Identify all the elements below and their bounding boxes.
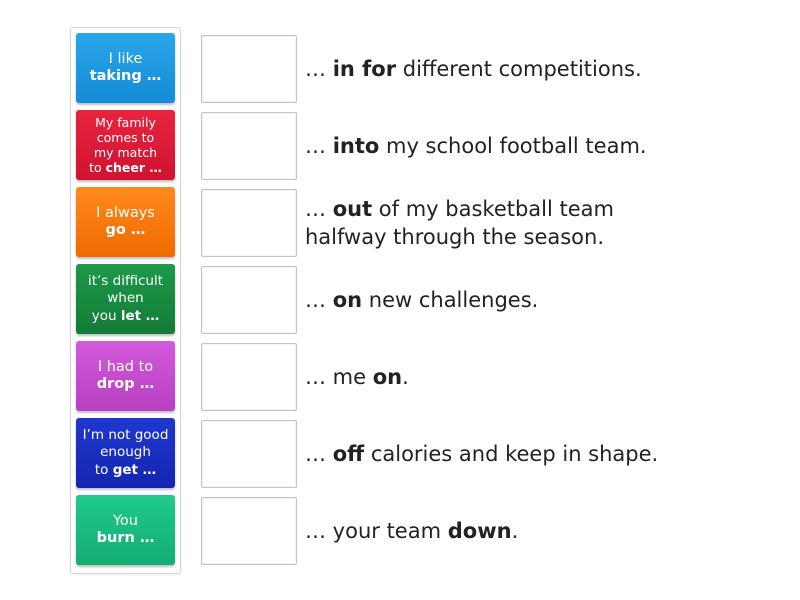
drop-target[interactable] [201,35,297,103]
sentence-text: … me on. [305,363,409,391]
tile-text: my match [93,145,158,160]
tile-text: enough [100,444,151,461]
sentence-keyword: down [447,519,512,543]
sentence-text: … off calories and keep in shape. [305,440,658,468]
sentence-ending: … me on. [305,343,775,411]
sentence-keyword: on [372,365,403,389]
drop-target[interactable] [201,189,297,257]
sentence-keyword: on [332,288,363,312]
tiles-panel: I like taking … My family comes to my match t… [70,27,181,574]
tile-label: I’m not good enough to get … [83,427,169,480]
tile-text: I always [96,204,155,221]
sentence-fragment: . [511,519,519,543]
sentence-text: … your team down. [305,517,518,545]
sentence-fragment: … [305,197,333,221]
tile-text: comes to [96,129,155,145]
tile-text: I’m not good [82,426,169,443]
sentence-keyword: off [332,442,365,466]
draggable-tile[interactable]: You burn … [76,495,175,565]
tile-text: you [91,307,121,324]
tile-label-line: I’m not good [83,427,169,445]
tile-keyword: cheer … [105,160,162,176]
sentence-keyword: into [332,134,380,158]
sentence-fragment: calories and keep in shape. [364,442,659,466]
drop-target[interactable] [201,343,297,411]
tile-keyword: burn … [96,530,155,546]
tile-label-line: to cheer … [89,160,162,175]
tile-label-line: burn … [97,530,155,547]
tile-label-line: go … [96,222,155,239]
sentence-fragment: my school football team. [379,134,647,158]
drop-target[interactable] [201,420,297,488]
tile-text: I had to [97,358,154,375]
tile-label-line: my match [89,145,162,160]
sentence-ending: … off calories and keep in shape. [305,420,775,488]
tile-label-line: drop … [97,376,154,393]
sentence-text: … in for different competitions. [305,55,642,83]
tile-label-line: you let … [88,308,163,326]
sentence-fragment: new challenges. [362,288,539,312]
sentence-ending: … your team down. [305,497,775,565]
tile-label: My family comes to my match to cheer … [89,115,162,176]
tile-text: when [107,290,144,307]
sentence-fragment: … me [305,365,373,389]
tile-keyword: get … [112,461,157,478]
draggable-tile[interactable]: My family comes to my match to cheer … [76,110,175,180]
tile-label: I like taking … [90,51,162,86]
tile-keyword: let … [120,307,160,324]
sentence-fragment: . [402,365,409,389]
sentence-fragment: … [305,442,333,466]
draggable-tile[interactable]: I had to drop … [76,341,175,411]
tile-label: it’s difficult when you let … [88,273,163,326]
tile-keyword: taking … [89,68,162,84]
sentence-fragment: … [305,57,333,81]
tile-label-line: to get … [83,462,169,480]
drop-target[interactable] [201,266,297,334]
draggable-tile[interactable]: I’m not good enough to get … [76,418,175,488]
sentence-ending: … on new challenges. [305,266,775,334]
tile-label-line: comes to [89,130,162,145]
draggable-tile[interactable]: I always go … [76,187,175,257]
sentence-keyword: in for [332,57,397,81]
tile-label: I had to drop … [97,359,154,394]
tile-text: You [112,512,138,529]
tile-label-line: I had to [97,359,154,376]
tile-keyword: go … [105,222,146,238]
sentence-text: … into my school football team. [305,132,647,160]
drop-target[interactable] [201,112,297,180]
tile-label-line: I always [96,205,155,222]
tile-text: it’s difficult [87,272,164,289]
sentence-fragment: … [305,288,333,312]
tile-label-line: taking … [90,68,162,85]
sentence-fragment: different competitions. [396,57,642,81]
tile-label-line: You [97,513,155,530]
tile-label-line: when [88,290,163,308]
tile-label-line: My family [89,115,162,130]
sentence-fragment: … your team [305,519,448,543]
draggable-tile[interactable]: I like taking … [76,33,175,103]
sentence-keyword: out [332,197,373,221]
tile-text: to [89,160,106,176]
sentence-ending: … in for different competitions. [305,35,775,103]
tile-keyword: drop … [96,376,155,392]
sentence-fragment: … [305,134,333,158]
tile-text: I like [108,50,143,67]
sentence-text: … out of my basketball team halfway thro… [305,195,650,251]
drop-target[interactable] [201,497,297,565]
sentence-ending: … into my school football team. [305,112,775,180]
draggable-tile[interactable]: it’s difficult when you let … [76,264,175,334]
sentence-ending: … out of my basketball team halfway thro… [305,189,650,257]
tile-label-line: I like [90,51,162,68]
sentence-text: … on new challenges. [305,286,538,314]
tile-label: I always go … [96,205,155,240]
tile-label-line: it’s difficult [88,273,163,291]
tile-text: to [94,461,113,478]
tile-label: You burn … [97,513,155,548]
tile-text: My family [95,114,156,130]
tile-label-line: enough [83,444,169,462]
